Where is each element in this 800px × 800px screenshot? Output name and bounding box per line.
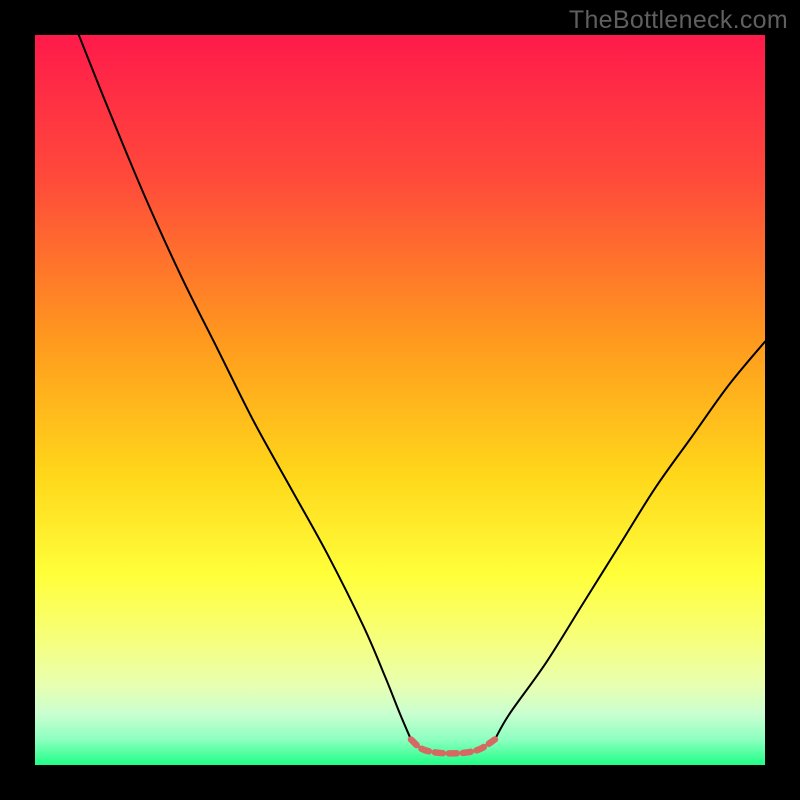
bottleneck-chart [35,35,765,765]
chart-stage: TheBottleneck.com [0,0,800,800]
plot-background [35,35,765,765]
watermark-text: TheBottleneck.com [569,6,788,35]
